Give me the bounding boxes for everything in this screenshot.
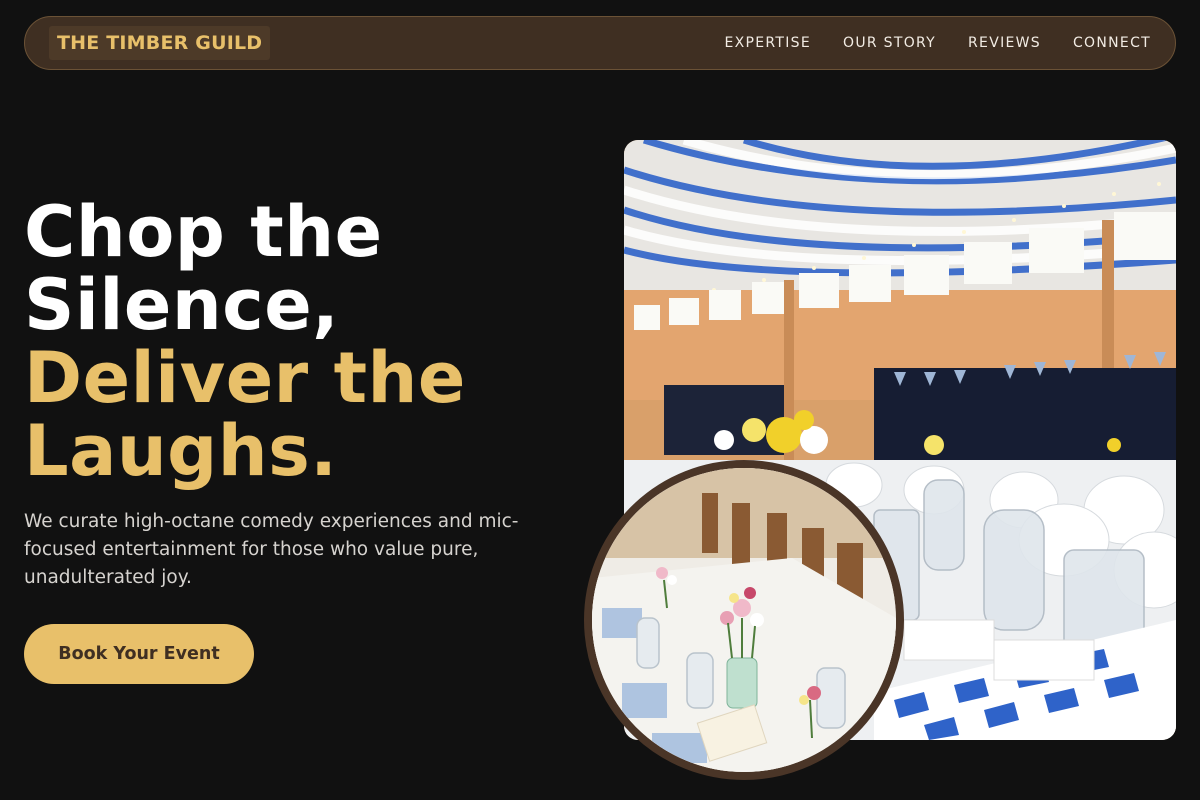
nav-link-our-story[interactable]: OUR STORY bbox=[843, 35, 936, 51]
table-setting-photo bbox=[584, 460, 904, 780]
hero-title: Chop the Silence, Deliver the Laughs. bbox=[24, 196, 584, 488]
table-setting-illustration bbox=[592, 468, 896, 772]
hero-title-line-3: Deliver the bbox=[24, 337, 466, 419]
hero-title-line-2: Silence, bbox=[24, 264, 340, 346]
nav-links: EXPERTISE OUR STORY REVIEWS CONNECT bbox=[724, 35, 1151, 51]
nav-link-expertise[interactable]: EXPERTISE bbox=[724, 35, 811, 51]
top-nav: THE TIMBER GUILD EXPERTISE OUR STORY REV… bbox=[24, 16, 1176, 70]
hero-subtitle: We curate high-octane comedy experiences… bbox=[24, 511, 519, 588]
hero-title-line-1: Chop the bbox=[24, 191, 383, 273]
nav-link-reviews[interactable]: REVIEWS bbox=[968, 35, 1041, 51]
brand-logo[interactable]: THE TIMBER GUILD bbox=[49, 26, 271, 60]
book-event-button[interactable]: Book Your Event bbox=[24, 624, 254, 684]
nav-link-connect[interactable]: CONNECT bbox=[1073, 35, 1151, 51]
hero-title-line-4: Laughs. bbox=[24, 410, 338, 492]
